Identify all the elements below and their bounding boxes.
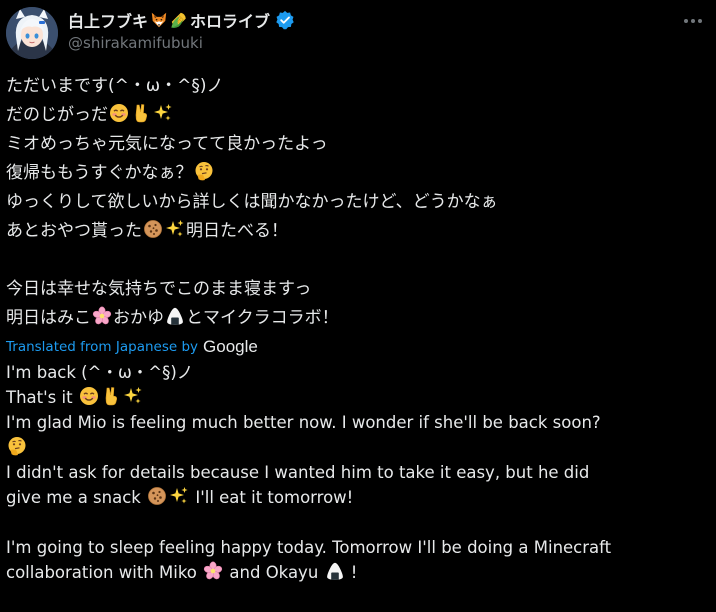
translation-line: I didn't ask for details because I wante… xyxy=(6,460,710,485)
tweet-text: 明日たべる！ xyxy=(186,221,288,241)
smiling-face-icon xyxy=(109,103,129,123)
tweet-body: ただいまです(^・ω・^§)ノ だのじがっだ ミオめっちゃ元気になってて良かった… xyxy=(6,72,710,585)
translation-text: I'll eat it tomorrow! xyxy=(195,488,354,507)
translation-line: That's it xyxy=(6,385,710,410)
cherry-blossom-icon xyxy=(92,306,112,326)
tweet-line-jp: ただいまです(^・ω・^§)ノ xyxy=(6,72,710,101)
sparkles-icon xyxy=(165,219,185,239)
translation-text: I'm going to sleep feeling happy today. … xyxy=(6,538,612,557)
tweet-text: とマイクラコラボ！ xyxy=(186,308,339,328)
translation-line: I'm back (^・ω・^§)ノ xyxy=(6,360,710,385)
sparkles-icon xyxy=(169,486,189,506)
translation-text: I'm back (^・ω・^§)ノ xyxy=(6,363,194,382)
more-options-button[interactable] xyxy=(680,10,706,32)
user-handle[interactable]: @shirakamifubuki xyxy=(68,34,203,52)
translation-text: ! xyxy=(350,563,358,582)
translation-line xyxy=(6,435,710,460)
cherry-blossom-icon xyxy=(203,561,223,581)
translation-line: I'm going to sleep feeling happy today. … xyxy=(6,535,710,560)
translation-text: I didn't ask for details because I wante… xyxy=(6,463,590,482)
translation-attribution: Translated from Japanese by Google xyxy=(6,334,710,360)
sparkles-icon xyxy=(123,386,143,406)
cookie-icon xyxy=(143,219,163,239)
translation-text: give me a snack xyxy=(6,488,141,507)
smiling-face-icon xyxy=(79,386,99,406)
tweet-text: おかゆ xyxy=(113,308,164,328)
victory-hand-icon xyxy=(101,386,121,406)
tweet-text: 今日は幸せな気持ちでこのまま寝ますっ xyxy=(6,279,312,299)
display-name[interactable]: 白上フブキ ホロライブ xyxy=(68,8,295,32)
tweet-line-jp: 復帰ももうすぐかなぁ？ xyxy=(6,159,710,188)
translation-text: That's it xyxy=(6,388,73,407)
avatar-image xyxy=(6,7,58,59)
tweet-line-jp: あとおやつ貰った 明日たべる！ xyxy=(6,217,710,246)
tweet-line-jp: ゆっくりして欲しいから詳しくは聞かなかったけど、どうかなぁ xyxy=(6,188,710,217)
translation-text: and Okayu xyxy=(229,563,319,582)
display-name-text: 白上フブキ xyxy=(68,12,149,31)
tweet-line-jp: だのじがっだ xyxy=(6,101,710,130)
victory-hand-icon xyxy=(131,103,151,123)
fox-icon xyxy=(150,11,168,29)
translation-line: give me a snack I'll eat it tomorrow! xyxy=(6,485,710,510)
cookie-icon xyxy=(147,486,167,506)
rice-ball-icon xyxy=(325,561,345,581)
tweet-line-jp: ミオめっちゃ元気になってて良かったよっ xyxy=(6,130,710,159)
tweet-line-jp: 今日は幸せな気持ちでこのまま寝ますっ xyxy=(6,275,710,304)
avatar[interactable] xyxy=(6,7,58,59)
tweet-text: ゆっくりして欲しいから詳しくは聞かなかったけど、どうかなぁ xyxy=(6,192,498,212)
more-icon xyxy=(684,19,702,23)
tweet-text: ミオめっちゃ元気になってて良かったよっ xyxy=(6,134,328,154)
tweet-text: あとおやつ貰った xyxy=(6,221,142,241)
sparkles-icon xyxy=(153,103,173,123)
translation-line: collaboration with Miko and Okayu ! xyxy=(6,560,710,585)
rice-ball-icon xyxy=(165,306,185,326)
display-name-text-suffix: ホロライブ xyxy=(190,12,271,31)
translation-line: I'm glad Mio is feeling much better now.… xyxy=(6,410,710,435)
tweet-text: 復帰ももうすぐかなぁ？ xyxy=(6,163,193,183)
thinking-face-icon xyxy=(194,161,214,181)
thinking-face-icon xyxy=(7,436,27,456)
translated-from-link[interactable]: Translated from Japanese by xyxy=(6,339,198,355)
tweet-text: 明日はみこ xyxy=(6,308,91,328)
translation-text: I'm glad Mio is feeling much better now.… xyxy=(6,413,601,432)
google-logo: Google xyxy=(203,337,258,356)
tweet-header: 白上フブキ ホロライブ @shirakamifubuki xyxy=(0,0,716,66)
verified-badge-icon[interactable] xyxy=(275,10,295,30)
translation-text: collaboration with Miko xyxy=(6,563,197,582)
corn-icon xyxy=(170,11,188,29)
tweet-text: だのじがっだ xyxy=(6,105,108,125)
tweet-text: ただいまです(^・ω・^§)ノ xyxy=(6,76,224,96)
tweet-line-jp: 明日はみこ おかゆ とマイクラコラボ！ xyxy=(6,304,710,333)
